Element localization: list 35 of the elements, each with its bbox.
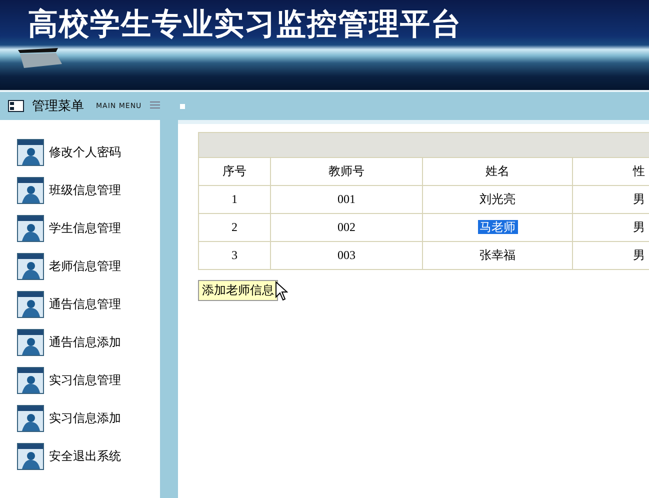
user-window-icon [17, 442, 44, 470]
table-cell: 1 [198, 186, 270, 214]
user-window-icon [17, 176, 44, 204]
menu-panel-icon [8, 100, 24, 112]
table-cell: 001 [270, 186, 422, 214]
table-cell: 3 [198, 242, 270, 270]
user-window-icon [17, 138, 44, 166]
sidebar-item[interactable]: 通告信息管理 [17, 290, 160, 318]
column-header: 教师号 [270, 158, 422, 186]
table-cell: 张幸福 [422, 242, 572, 270]
sidebar-item[interactable]: 实习信息添加 [17, 404, 160, 432]
table-cell: 002 [270, 214, 422, 242]
mouse-pointer-icon [275, 281, 288, 301]
sidebar-item[interactable]: 老师信息管理 [17, 252, 160, 280]
user-window-icon [17, 290, 44, 318]
list-lines-icon [150, 101, 160, 111]
sidebar-item[interactable]: 通告信息添加 [17, 328, 160, 356]
sidebar-item[interactable]: 班级信息管理 [17, 176, 160, 204]
table-cell: 003 [270, 242, 422, 270]
sidebar-item[interactable]: 安全退出系统 [17, 442, 160, 470]
sidebar-item[interactable]: 实习信息管理 [17, 366, 160, 394]
column-header: 姓名 [422, 158, 572, 186]
table-cell: 刘光亮 [422, 186, 572, 214]
table-cell: 马老师 [422, 214, 572, 242]
user-window-icon [17, 404, 44, 432]
user-window-icon [17, 366, 44, 394]
sidebar-item[interactable]: 修改个人密码 [17, 138, 160, 166]
user-window-icon [17, 252, 44, 280]
menu-title: 管理菜单 [32, 98, 84, 115]
table-cell: 2 [198, 214, 270, 242]
user-window-icon [17, 214, 44, 242]
user-window-icon [17, 328, 44, 356]
sidebar-item[interactable]: 学生信息管理 [17, 214, 160, 242]
platform-title: 高校学生专业实习监控管理平台 [28, 6, 462, 44]
column-header: 序号 [198, 158, 270, 186]
